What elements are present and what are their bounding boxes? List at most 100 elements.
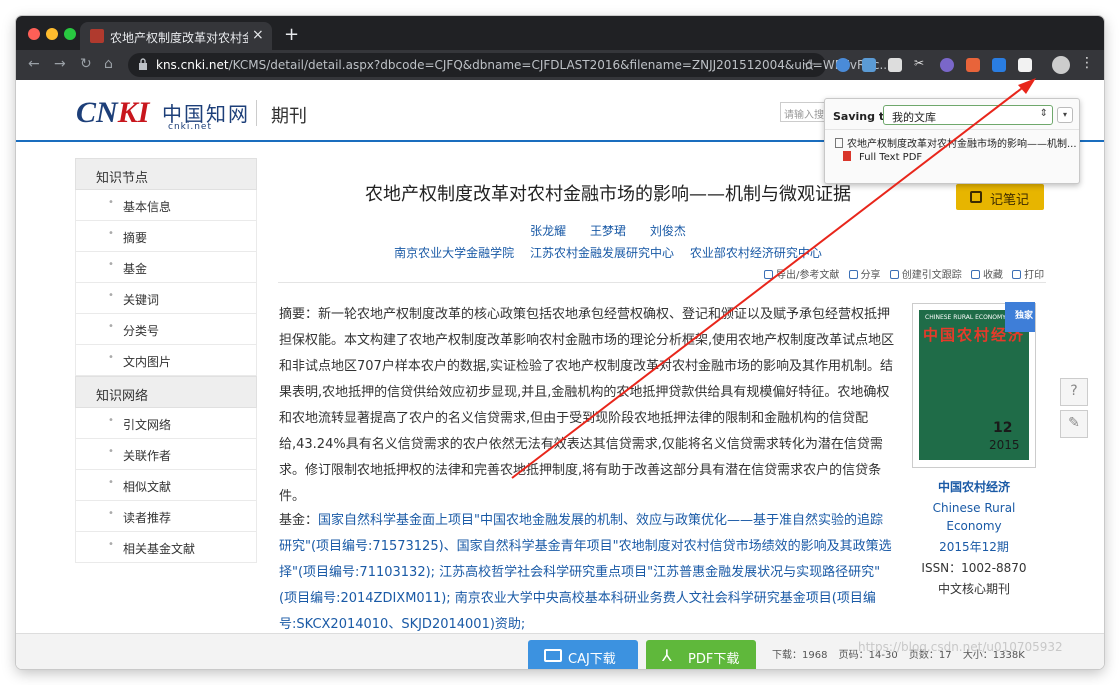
sidebar-section-title: 知识节点 [75, 158, 257, 190]
download-count: 下载：1968 [772, 650, 828, 661]
browser-tab[interactable]: 农地产权制度改革对农村金融市 × [80, 22, 272, 50]
bell-icon [889, 270, 899, 279]
printer-icon [1012, 270, 1022, 279]
saved-item-title: 农地产权制度改革对农村金融市场的影响——机制... [847, 139, 1077, 150]
cover-year: 2015 [989, 438, 1020, 452]
extension-diamond-icon[interactable] [992, 58, 1006, 72]
sidebar-item-similar-docs[interactable]: 相似文献 [75, 470, 257, 501]
logo-sub: cnki.net [168, 122, 212, 132]
journal-name[interactable]: 中国农村经济 [912, 478, 1036, 496]
sidebar-item-keywords[interactable]: 关键词 [75, 283, 257, 314]
pencil-icon[interactable]: ✎ [1060, 410, 1088, 438]
tab-close-icon[interactable]: × [252, 27, 264, 43]
logo-cnki: CNKI [76, 96, 150, 129]
back-icon[interactable]: ← [28, 56, 40, 72]
org-link[interactable]: 南京农业大学金融学院 [394, 246, 514, 260]
menu-kebab-icon[interactable]: ⋮ [1080, 55, 1094, 71]
fund-text[interactable]: 国家自然科学基金面上项目"中国农地金融发展的机制、效应与政策优化——基于准自然实… [279, 513, 892, 632]
abstract-label: 摘要： [279, 307, 319, 322]
search-input[interactable]: 请输入搜 [780, 102, 830, 122]
new-tab-button[interactable]: + [284, 24, 299, 45]
address-bar[interactable]: kns.cnki.net/KCMS/detail/detail.aspx?dbc… [128, 53, 891, 77]
library-select[interactable]: 我的文库 ⇕ [883, 105, 1053, 125]
select-arrows-icon: ⇕ [1039, 108, 1048, 119]
sidebar-section-title: 知识网络 [75, 376, 257, 408]
journal-issue-date[interactable]: 2015年12期 [912, 538, 1036, 556]
sidebar-item-fund[interactable]: 基金 [75, 252, 257, 283]
article-actions: 导出/参考文献 分享 创建引文跟踪 收藏 打印 [764, 266, 1064, 281]
notebook-icon [970, 191, 982, 203]
profile-avatar[interactable] [1052, 56, 1070, 74]
sidebar-item-related-authors[interactable]: 关联作者 [75, 439, 257, 470]
zotero-save-icon[interactable] [1018, 58, 1032, 72]
attachment-label: Full Text PDF [859, 152, 923, 163]
cover-image: CHINESE RURAL ECONOMY 中国农村经济 12 2015 [919, 310, 1029, 460]
extension-chrome-icon[interactable] [836, 58, 850, 72]
bookmark-star-icon[interactable]: ☆ [803, 56, 816, 74]
header-divider [256, 100, 257, 126]
journal-info: 中国农村经济 Chinese Rural Economy 2015年12期 IS… [912, 478, 1036, 601]
home-icon[interactable]: ⌂ [104, 56, 113, 72]
cover-issue: 12 [993, 420, 1013, 436]
sidebar-item-citation-network[interactable]: 引文网络 [75, 408, 257, 439]
popup-divider [825, 129, 1079, 130]
extension-globe-icon[interactable] [940, 58, 954, 72]
feedback-icon[interactable]: ? [1060, 378, 1088, 406]
journal-cover[interactable]: CHINESE RURAL ECONOMY 中国农村经济 12 2015 独家 [912, 302, 1036, 468]
org-link[interactable]: 江苏农村金融发展研究中心 [530, 246, 674, 260]
sidebar-item-reader-recommend[interactable]: 读者推荐 [75, 501, 257, 532]
cover-subtitle: CHINESE RURAL ECONOMY [925, 314, 1006, 321]
sidebar-item-figures[interactable]: 文内图片 [75, 345, 257, 376]
expand-chevron-icon[interactable]: ▾ [1057, 107, 1073, 123]
sidebar-item-fund-docs[interactable]: 相关基金文献 [75, 532, 257, 563]
author-link[interactable]: 张龙耀 [530, 224, 566, 238]
browser-window: 农地产权制度改革对农村金融市 × + ← → ↻ ⌂ kns.cnki.net/… [16, 16, 1104, 669]
share-icon [848, 270, 858, 279]
side-tools: ? ✎ [1060, 378, 1090, 442]
pdf-icon: ⅄ [662, 646, 672, 665]
maximize-window-button[interactable] [64, 28, 76, 40]
scissors-icon[interactable]: ✂ [914, 56, 928, 70]
citation-tracking-action[interactable]: 创建引文跟踪 [889, 270, 962, 281]
close-window-button[interactable] [28, 28, 40, 40]
saved-attachment: Full Text PDF [843, 151, 922, 163]
tab-title: 农地产权制度改革对农村金融市 [110, 31, 248, 45]
url-path: /KCMS/detail/detail.aspx?dbcode=CJFQ&dbn… [228, 58, 891, 72]
journal-core-tag: 中文核心期刊 [937, 582, 1010, 596]
take-notes-button[interactable]: 记笔记 [956, 184, 1044, 210]
journal-issn: ISSN：1002-8870 [921, 561, 1027, 575]
caj-label: CAJ下载 [568, 652, 616, 667]
org-link[interactable]: 农业部农村经济研究中心 [690, 246, 822, 260]
book-icon [544, 649, 562, 662]
watermark: https://blog.csdn.net/u010705932 [858, 640, 1063, 654]
forward-icon[interactable]: → [54, 56, 66, 72]
divider [278, 282, 1046, 283]
star-icon [970, 270, 980, 279]
document-icon [835, 138, 843, 148]
print-action[interactable]: 打印 [1012, 270, 1044, 281]
favorite-action[interactable]: 收藏 [970, 270, 1003, 281]
extension-readmode-icon[interactable] [888, 58, 902, 72]
reload-icon[interactable]: ↻ [80, 56, 92, 72]
organization-list: 南京农业大学金融学院 江苏农村金融发展研究中心 农业部农村经济研究中心 [278, 244, 938, 261]
zotero-save-popup: Saving to 我的文库 ⇕ ▾ 农地产权制度改革对农村金融市场的影响——机… [824, 98, 1080, 184]
pdf-label: PDF下载 [688, 652, 740, 667]
author-link[interactable]: 王梦珺 [590, 224, 626, 238]
abstract-text: 新一轮农地产权制度改革的核心政策包括农地承包经营权确权、登记和颁证以及赋予承包经… [279, 307, 895, 504]
minimize-window-button[interactable] [46, 28, 58, 40]
pdf-download-button[interactable]: ⅄ PDF下载 [646, 640, 756, 669]
extension-orange-icon[interactable] [966, 58, 980, 72]
sidebar-item-abstract[interactable]: 摘要 [75, 221, 257, 252]
caj-download-button[interactable]: CAJ下载 [528, 640, 638, 669]
author-link[interactable]: 刘俊杰 [650, 224, 686, 238]
sidebar-item-basic-info[interactable]: 基本信息 [75, 190, 257, 221]
notes-label: 记笔记 [990, 193, 1030, 208]
journal-name-en[interactable]: Chinese Rural Economy [912, 499, 1036, 535]
sidebar-item-classification[interactable]: 分类号 [75, 314, 257, 345]
extension-list-icon[interactable] [862, 58, 876, 72]
fund-label: 基金： [279, 513, 319, 528]
author-list: 张龙耀 王梦珺 刘俊杰 [278, 222, 938, 239]
saved-item: 农地产权制度改革对农村金融市场的影响——机制... [835, 135, 1077, 150]
share-action[interactable]: 分享 [848, 270, 881, 281]
export-action[interactable]: 导出/参考文献 [764, 270, 839, 281]
